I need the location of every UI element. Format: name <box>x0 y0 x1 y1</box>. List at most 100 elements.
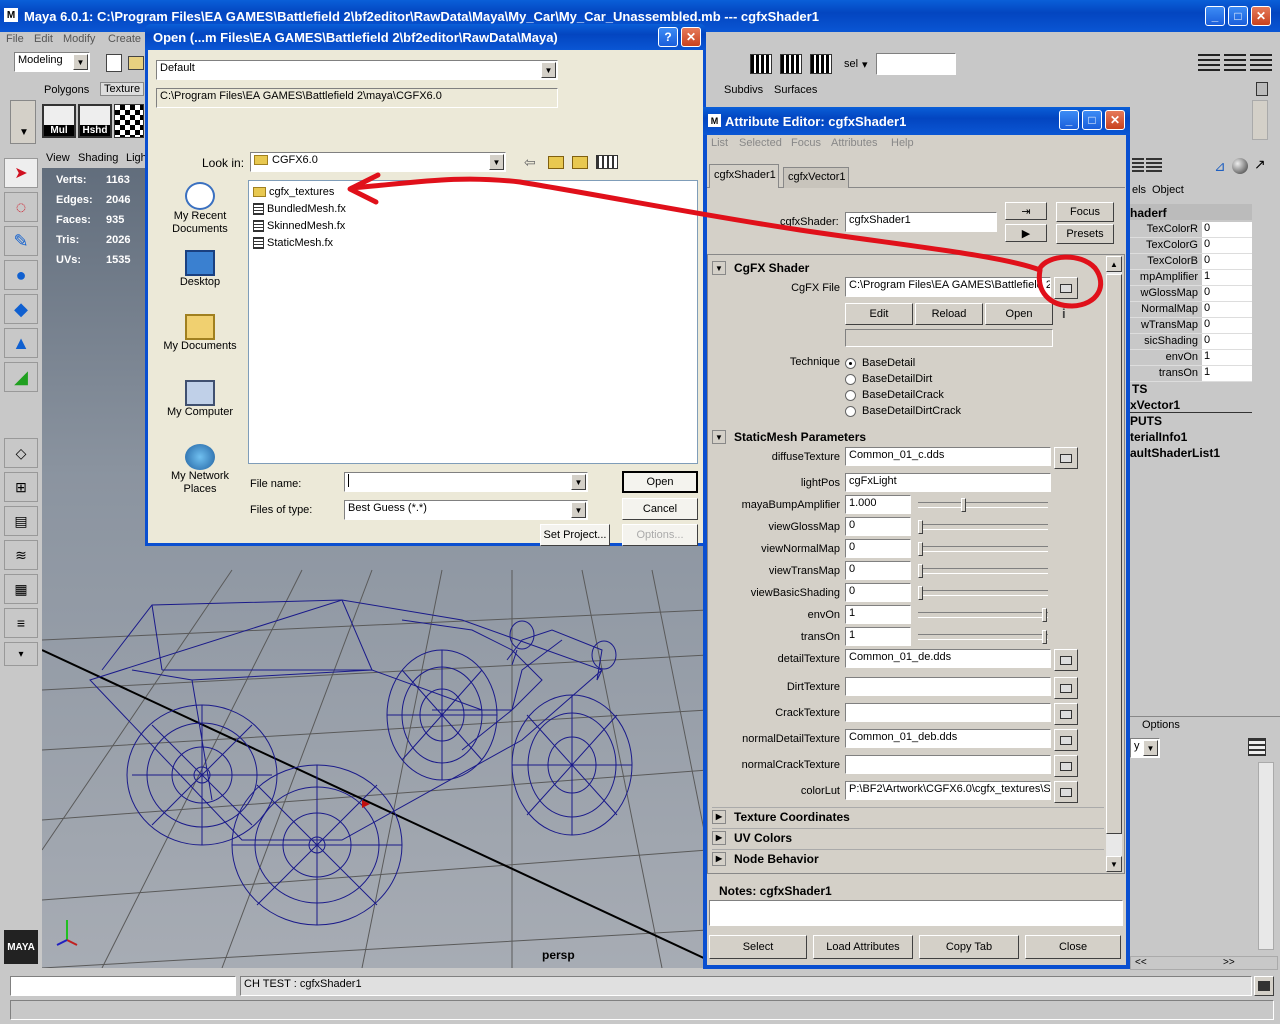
param-field[interactable]: Common_01_de.dds <box>845 649 1051 668</box>
attr-maximize-button[interactable]: □ <box>1082 110 1102 130</box>
open-fx-button[interactable]: Open <box>985 303 1053 325</box>
file-name-input[interactable]: ▼ <box>344 472 588 492</box>
file-list[interactable]: cgfx_textures BundledMesh.fx SkinnedMesh.f… <box>248 180 698 464</box>
channel-row[interactable]: transOn 1 <box>1130 366 1252 382</box>
attr-menu-focus[interactable]: Focus <box>791 137 821 149</box>
open-dialog-close-button[interactable]: ✕ <box>681 27 701 47</box>
slider-knob[interactable] <box>918 586 923 600</box>
param-field[interactable]: 1 <box>845 605 911 624</box>
place-my-computer[interactable]: My Computer <box>154 380 246 430</box>
file-type-select[interactable]: Best Guess (*.*) ▼ <box>344 500 588 520</box>
browse-folder-button[interactable] <box>1054 755 1078 777</box>
scroll-thumb[interactable] <box>1106 274 1122 834</box>
scroll-up-arrow-icon[interactable]: ▲ <box>1106 256 1122 272</box>
shelf-icon-hshd[interactable]: Hshd <box>78 104 112 138</box>
file-item[interactable]: BundledMesh.fx <box>253 201 346 217</box>
param-field[interactable]: 0 <box>845 583 911 602</box>
param-field[interactable]: Common_01_c.dds <box>845 447 1051 466</box>
layout-hypershade-icon[interactable]: ▦ <box>4 574 38 604</box>
param-field[interactable]: Common_01_deb.dds <box>845 729 1051 748</box>
shelf-tab-surfaces[interactable]: Surfaces <box>774 84 817 96</box>
technique-radio[interactable]: BaseDetailCrack <box>845 387 944 403</box>
channel-attr-value[interactable]: 0 <box>1202 302 1252 317</box>
param-field[interactable] <box>845 677 1051 696</box>
param-slider[interactable] <box>918 520 1048 534</box>
edit-button[interactable]: Edit <box>845 303 913 325</box>
trash-icon[interactable] <box>1256 82 1268 96</box>
param-slider[interactable] <box>918 586 1048 600</box>
param-field[interactable]: P:\BF2\Artwork\CGFX6.0\cgfx_textures\S <box>845 781 1051 800</box>
lasso-tool-icon[interactable]: ◌ <box>4 192 38 222</box>
command-input[interactable] <box>10 976 236 996</box>
channel-tab-els[interactable]: els <box>1132 184 1146 196</box>
browse-folder-button[interactable] <box>1054 677 1078 699</box>
slider-knob[interactable] <box>1042 608 1047 622</box>
channel-attr-value[interactable]: 0 <box>1202 238 1252 253</box>
open-scene-icon[interactable] <box>128 56 144 70</box>
help-button[interactable]: ? <box>658 27 678 47</box>
browse-folder-button[interactable] <box>1054 729 1078 751</box>
shelf-tab-texture[interactable]: Texture <box>100 82 145 96</box>
attr-scrollbar[interactable]: ▲ ▼ <box>1106 256 1122 872</box>
options-button[interactable]: Options... <box>622 524 698 546</box>
up-folder-icon[interactable] <box>548 156 564 169</box>
focus-button[interactable]: Focus <box>1056 202 1114 222</box>
tab-cgfxvector1[interactable]: cgfxVector1 <box>783 167 849 188</box>
shelf-icon-mul[interactable]: Mul <box>42 104 76 138</box>
param-field[interactable]: 1.000 <box>845 495 911 514</box>
channel-scroll-bar[interactable]: << >> <box>1130 956 1278 970</box>
param-field[interactable]: 1 <box>845 627 911 646</box>
channel-attr-value[interactable]: 1 <box>1202 350 1252 365</box>
info-icon[interactable]: i <box>1062 306 1066 321</box>
place-recent[interactable]: My Recent Documents <box>154 182 246 244</box>
cgfx-file-browse-button[interactable] <box>1054 277 1078 299</box>
attr-minimize-button[interactable]: _ <box>1059 110 1079 130</box>
shelf-left-arrows[interactable]: ▼ <box>10 100 36 144</box>
channel-output-1[interactable]: terialInfo1 <box>1130 430 1187 444</box>
radio-button[interactable] <box>845 357 856 369</box>
param-field[interactable]: 0 <box>845 561 911 580</box>
channel-row[interactable]: sicShading 0 <box>1130 334 1252 350</box>
view-menu-icon[interactable] <box>596 155 618 169</box>
place-desktop[interactable]: Desktop <box>154 250 246 300</box>
attr-close-bottom-button[interactable]: Close <box>1025 935 1121 959</box>
browse-folder-button[interactable] <box>1054 447 1078 469</box>
slider-knob[interactable] <box>918 542 923 556</box>
layout-single-icon[interactable]: ◇ <box>4 438 38 468</box>
paint-select-tool-icon[interactable]: ✎ <box>4 226 38 256</box>
param-slider[interactable] <box>918 542 1048 556</box>
new-scene-icon[interactable] <box>106 54 122 72</box>
param-field[interactable]: 0 <box>845 539 911 558</box>
render-icon[interactable] <box>750 54 772 74</box>
param-field[interactable]: 0 <box>845 517 911 536</box>
maximize-button[interactable]: □ <box>1228 6 1248 26</box>
technique-radio[interactable]: BaseDetail <box>845 355 915 371</box>
shading-ball-icon[interactable] <box>1232 158 1248 174</box>
menu-create[interactable]: Create <box>108 33 141 45</box>
output-connection-icon[interactable]: ▶ <box>1005 224 1047 242</box>
channel-attr-value[interactable]: 0 <box>1202 334 1252 349</box>
layout-outliner-icon[interactable]: ▤ <box>4 506 38 536</box>
slider-knob[interactable] <box>918 520 923 534</box>
layout-render-icon[interactable]: ≡ <box>4 608 38 638</box>
radio-button[interactable] <box>845 405 856 417</box>
section-node-behavior[interactable]: ▶ Node Behavior <box>712 849 1104 867</box>
channel-row[interactable]: TexColorR 0 <box>1130 222 1252 238</box>
new-layer-icon[interactable] <box>1248 738 1266 756</box>
channel-box-icon[interactable] <box>1132 158 1144 174</box>
channel-node-name[interactable]: haderf <box>1130 206 1167 220</box>
input-connection-icon[interactable]: ⇥ <box>1005 202 1047 220</box>
browse-folder-button[interactable] <box>1054 649 1078 671</box>
param-field[interactable] <box>845 703 1051 722</box>
attr-menu-attributes[interactable]: Attributes <box>831 137 877 149</box>
channel-attr-value[interactable]: 1 <box>1202 366 1252 381</box>
options-menu[interactable]: Options <box>1142 719 1180 731</box>
section-cgfx-shader[interactable]: ▼ CgFX Shader <box>712 259 1104 277</box>
channel-row[interactable]: envOn 1 <box>1130 350 1252 366</box>
shelf-tab-subdivs[interactable]: Subdivs <box>724 84 763 96</box>
channel-attr-value[interactable]: 0 <box>1202 254 1252 269</box>
channel-row[interactable]: NormalMap 0 <box>1130 302 1252 318</box>
copy-tab-button[interactable]: Copy Tab <box>919 935 1019 959</box>
attr-menu-help[interactable]: Help <box>891 137 914 149</box>
attr-menu-selected[interactable]: Selected <box>739 137 782 149</box>
